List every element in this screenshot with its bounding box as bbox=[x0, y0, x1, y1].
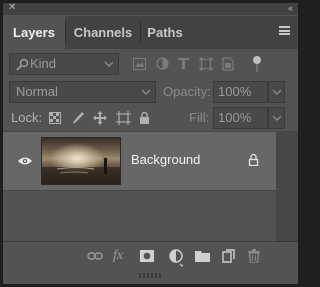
chevron-down-icon bbox=[141, 89, 151, 95]
tab-bar: Layers Channels Paths bbox=[3, 16, 298, 49]
tab-paths[interactable]: Paths bbox=[141, 16, 189, 49]
opacity-value: 100% bbox=[218, 84, 252, 99]
fill-label: Fill: bbox=[189, 110, 210, 125]
add-mask-icon[interactable] bbox=[140, 250, 154, 262]
fill-input[interactable]: 100% bbox=[213, 107, 268, 129]
delete-layer-icon[interactable] bbox=[248, 249, 260, 263]
pixel-filter-icon[interactable] bbox=[133, 58, 146, 70]
fill-value: 100% bbox=[218, 110, 252, 125]
sunset-thumbnail-image bbox=[42, 138, 120, 184]
layer-row[interactable]: Background bbox=[3, 131, 276, 191]
search-icon bbox=[16, 58, 29, 71]
layers-panel: ✕ ‹‹ Layers Channels Paths Kind Normal O… bbox=[2, 2, 299, 285]
eye-icon[interactable] bbox=[17, 156, 33, 166]
new-adjustment-layer-icon[interactable] bbox=[169, 249, 183, 267]
opacity-label: Opacity: bbox=[163, 84, 211, 99]
collapse-icon[interactable]: ‹‹ bbox=[288, 2, 293, 14]
fill-dropdown[interactable] bbox=[268, 107, 285, 129]
add-layer-style-icon[interactable]: fx bbox=[113, 248, 123, 264]
blend-mode-value: Normal bbox=[16, 84, 58, 99]
panel-menu-icon[interactable] bbox=[279, 26, 290, 35]
lock-label: Lock: bbox=[11, 110, 43, 125]
filter-kind-select[interactable]: Kind bbox=[9, 53, 119, 75]
smart-object-filter-icon[interactable] bbox=[222, 57, 234, 71]
lock-image-pixels-icon[interactable] bbox=[72, 111, 85, 125]
lock-transparent-pixels-icon[interactable] bbox=[49, 112, 61, 124]
filter-kind-label: Kind bbox=[30, 56, 57, 71]
new-group-icon[interactable] bbox=[195, 250, 210, 262]
lock-all-icon[interactable] bbox=[139, 111, 150, 124]
filter-toggle-icon[interactable] bbox=[249, 55, 265, 75]
tab-layers[interactable]: Layers bbox=[3, 16, 65, 49]
opacity-dropdown[interactable] bbox=[268, 81, 285, 103]
type-filter-icon[interactable] bbox=[177, 57, 190, 70]
lock-position-icon[interactable] bbox=[93, 111, 107, 125]
tab-channels[interactable]: Channels bbox=[66, 16, 140, 49]
chevron-down-icon bbox=[272, 89, 282, 95]
layer-name[interactable]: Background bbox=[131, 152, 200, 167]
opacity-input[interactable]: 100% bbox=[213, 81, 268, 103]
filter-row: Kind bbox=[3, 51, 298, 79]
blend-mode-select[interactable]: Normal bbox=[9, 81, 156, 103]
resize-grip[interactable] bbox=[139, 273, 161, 278]
panel-titlebar: ✕ ‹‹ bbox=[3, 2, 298, 15]
layer-thumbnail[interactable] bbox=[41, 137, 121, 185]
lock-artboard-icon[interactable] bbox=[116, 111, 131, 125]
adjustment-filter-icon[interactable] bbox=[156, 57, 169, 70]
chevron-down-icon bbox=[272, 115, 282, 121]
shape-filter-icon[interactable] bbox=[199, 57, 213, 71]
close-icon[interactable]: ✕ bbox=[8, 2, 16, 14]
layers-scrollbar[interactable] bbox=[276, 131, 298, 241]
bottom-toolbar: fx bbox=[3, 241, 298, 272]
blend-row: Normal Opacity: 100% bbox=[3, 80, 298, 106]
link-layers-icon[interactable] bbox=[87, 251, 103, 261]
chevron-down-icon bbox=[104, 61, 114, 67]
new-layer-icon[interactable] bbox=[222, 249, 235, 263]
lock-row: Lock: Fill: 100% bbox=[3, 107, 298, 131]
layer-lock-icon bbox=[248, 153, 259, 166]
